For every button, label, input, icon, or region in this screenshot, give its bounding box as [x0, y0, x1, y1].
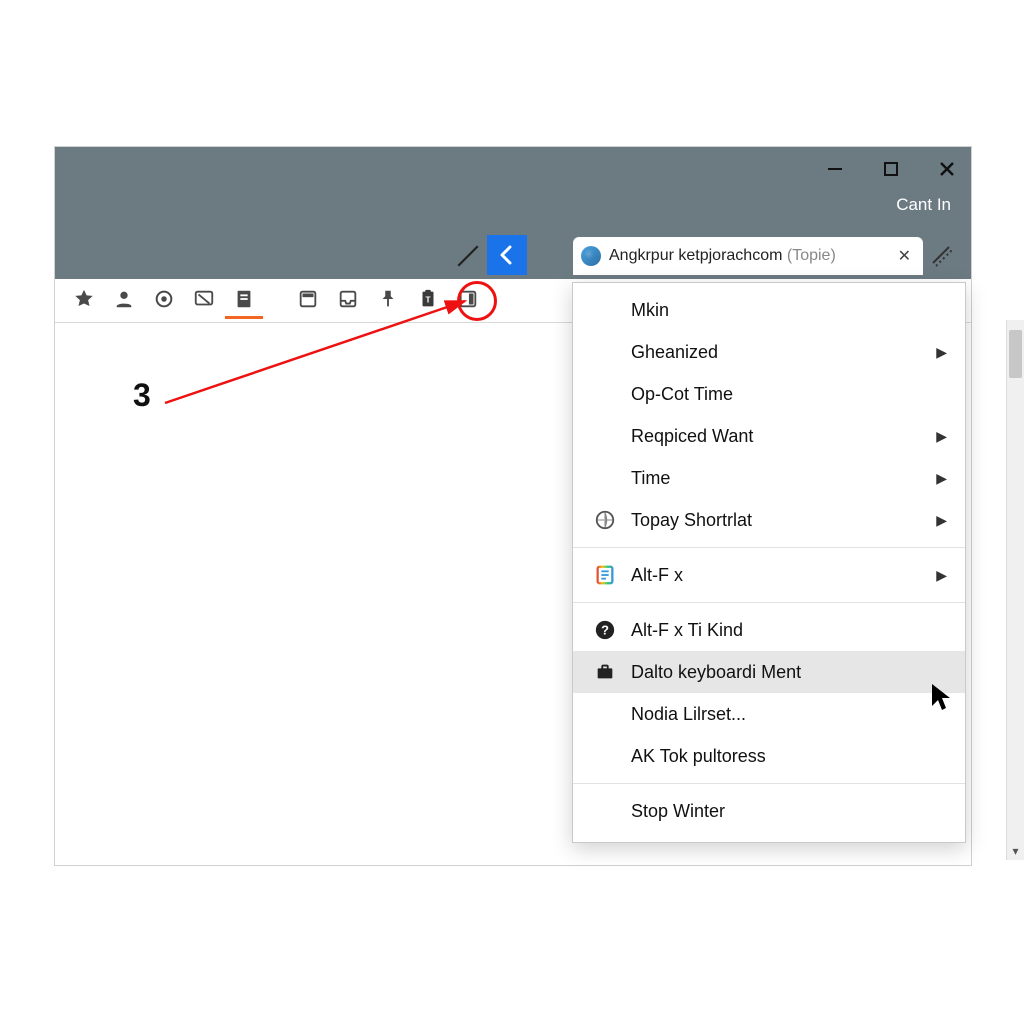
cursor-pointer-icon — [930, 682, 956, 717]
chevron-right-icon: ▶ — [936, 428, 947, 445]
chevron-right-icon: ▶ — [936, 512, 947, 529]
auto-fix-icon[interactable] — [929, 243, 953, 272]
svg-text:T: T — [425, 296, 430, 305]
menu-item[interactable]: AK Tok pultoress — [573, 735, 965, 777]
profile-icon[interactable] — [105, 283, 143, 319]
minimize-button[interactable] — [821, 155, 849, 183]
vertical-scrollbar[interactable]: ▾ — [1006, 320, 1024, 860]
briefcase-icon — [591, 661, 619, 683]
help-icon: ? — [591, 619, 619, 641]
menu-item[interactable]: Mkin — [573, 289, 965, 331]
refresh-icon[interactable] — [145, 283, 183, 319]
context-menu: Mkin Gheanized▶ Op-Cot Time Reqpiced Wan… — [572, 282, 966, 843]
svg-text:?: ? — [601, 623, 609, 638]
panel-top-icon[interactable] — [289, 283, 327, 319]
browser-tab[interactable]: Angkrpur ketpjorachcom (Topie) ✕ — [573, 237, 923, 275]
inbox-icon[interactable] — [329, 283, 367, 319]
menu-item[interactable]: Stop Winter — [573, 790, 965, 832]
document-multicolor-icon — [591, 564, 619, 586]
edit-icon[interactable] — [455, 243, 481, 274]
scrollbar-thumb[interactable] — [1009, 330, 1022, 378]
chevron-right-icon: ▶ — [936, 344, 947, 361]
menu-separator — [573, 602, 965, 603]
menu-item[interactable]: Time▶ — [573, 457, 965, 499]
close-button[interactable] — [933, 155, 961, 183]
menu-item[interactable]: Gheanized▶ — [573, 331, 965, 373]
menu-item[interactable]: Op-Cot Time — [573, 373, 965, 415]
back-button[interactable] — [487, 235, 527, 275]
sign-in-link[interactable]: Cant In — [896, 195, 951, 215]
menu-item[interactable]: Alt-F x▶ — [573, 554, 965, 596]
favorites-star-icon[interactable] — [65, 283, 103, 319]
tab-strip: Angkrpur ketpjorachcom (Topie) ✕ — [55, 231, 971, 279]
tab-title: Angkrpur ketpjorachcom (Topie) — [609, 247, 886, 265]
notes-icon[interactable] — [225, 283, 263, 319]
chevron-right-icon: ▶ — [936, 567, 947, 584]
menu-item[interactable]: Topay Shortrlat▶ — [573, 499, 965, 541]
menu-separator — [573, 547, 965, 548]
window-controls — [821, 155, 961, 183]
clipboard-icon[interactable]: T — [409, 283, 447, 319]
menu-item[interactable]: Nodia Lilrset... — [573, 693, 965, 735]
menu-item-hovered[interactable]: Dalto keyboardi Ment — [573, 651, 965, 693]
scrollbar-down-icon[interactable]: ▾ — [1007, 844, 1024, 858]
menu-item[interactable]: Reqpiced Want▶ — [573, 415, 965, 457]
menu-separator — [573, 783, 965, 784]
mail-compose-icon[interactable] — [185, 283, 223, 319]
tab-favicon-icon — [581, 246, 601, 266]
globe-icon — [591, 509, 619, 531]
annotation-step-number: 3 — [133, 377, 151, 414]
chevron-right-icon: ▶ — [936, 470, 947, 487]
menu-item[interactable]: ? Alt-F x Ti Kind — [573, 609, 965, 651]
pin-icon[interactable] — [369, 283, 407, 319]
panel-right-icon[interactable] — [449, 283, 487, 319]
tab-close-button[interactable]: ✕ — [894, 246, 915, 266]
titlebar: Cant In — [55, 147, 971, 231]
maximize-button[interactable] — [877, 155, 905, 183]
